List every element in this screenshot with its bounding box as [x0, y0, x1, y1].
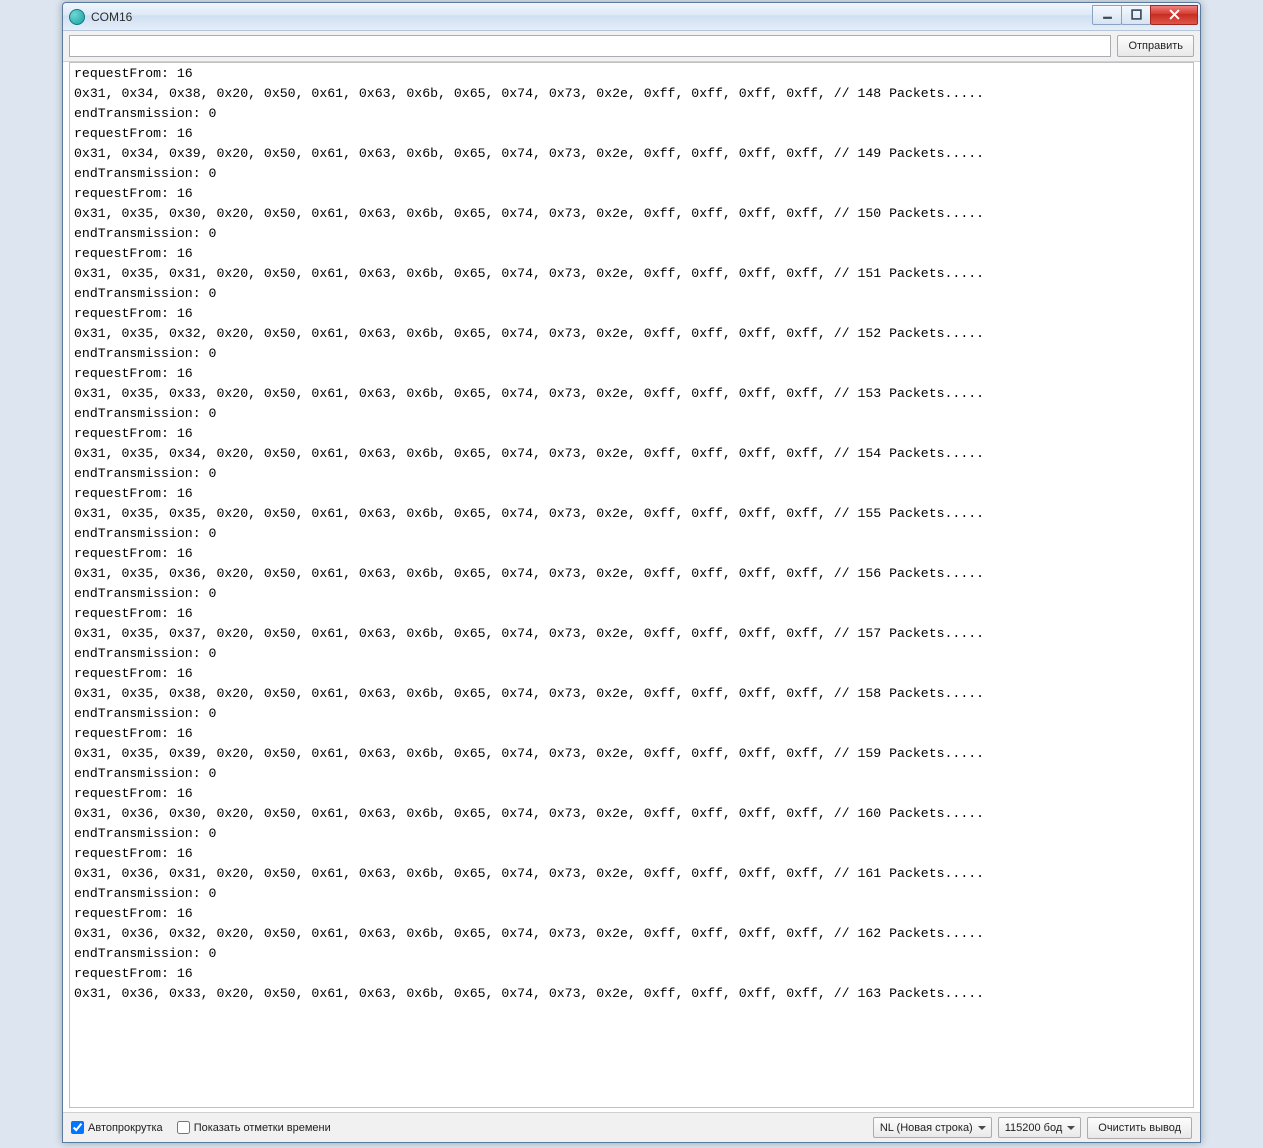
serial-monitor-window: COM16 Отправить requestFrom: 16 0x31, 0x… — [62, 2, 1201, 1143]
maximize-icon — [1131, 9, 1142, 20]
send-button[interactable]: Отправить — [1117, 35, 1194, 57]
arduino-icon — [69, 9, 85, 25]
timestamp-input[interactable] — [177, 1121, 190, 1134]
autoscroll-label: Автопрокрутка — [88, 1122, 163, 1134]
baud-value: 115200 бод — [1005, 1122, 1063, 1134]
autoscroll-input[interactable] — [71, 1121, 84, 1134]
status-bar: Автопрокрутка Показать отметки времени N… — [63, 1112, 1200, 1142]
minimize-button[interactable] — [1092, 5, 1122, 25]
window-controls — [1093, 5, 1198, 25]
send-toolbar: Отправить — [63, 31, 1200, 62]
maximize-button[interactable] — [1121, 5, 1151, 25]
timestamp-checkbox[interactable]: Показать отметки времени — [177, 1121, 331, 1134]
serial-send-input[interactable] — [69, 35, 1111, 57]
serial-output[interactable]: requestFrom: 16 0x31, 0x34, 0x38, 0x20, … — [70, 63, 1193, 1107]
console-container: requestFrom: 16 0x31, 0x34, 0x38, 0x20, … — [69, 62, 1194, 1108]
close-icon — [1169, 9, 1180, 20]
window-title: COM16 — [91, 10, 132, 24]
titlebar[interactable]: COM16 — [63, 3, 1200, 31]
close-button[interactable] — [1150, 5, 1198, 25]
minimize-icon — [1102, 9, 1113, 20]
timestamp-label: Показать отметки времени — [194, 1122, 331, 1134]
line-ending-select[interactable]: NL (Новая строка) — [873, 1117, 992, 1138]
line-ending-value: NL (Новая строка) — [880, 1122, 973, 1134]
autoscroll-checkbox[interactable]: Автопрокрутка — [71, 1121, 163, 1134]
clear-output-button[interactable]: Очистить вывод — [1087, 1117, 1192, 1139]
baud-select[interactable]: 115200 бод — [998, 1117, 1082, 1138]
